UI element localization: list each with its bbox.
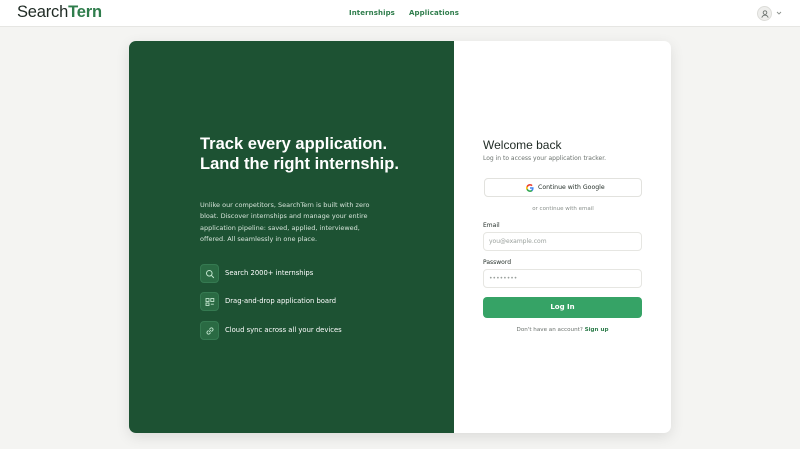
main-nav: Internships Applications xyxy=(0,9,800,21)
hero-description: Unlike our competitors, SearchTern is bu… xyxy=(200,201,370,244)
google-login-button[interactable]: Continue with Google xyxy=(484,178,642,197)
password-field[interactable] xyxy=(483,269,642,288)
hero-panel: Track every application. Land the right … xyxy=(129,41,454,433)
nav-link-applications[interactable]: Applications xyxy=(409,9,459,17)
search-icon xyxy=(200,264,219,283)
board-icon xyxy=(200,292,219,311)
hero-title: Track every application. Land the right … xyxy=(200,135,399,173)
signup-prompt-row: Don't have an account? Sign up xyxy=(483,327,642,333)
google-icon xyxy=(526,184,534,192)
feature-label: Search 2000+ internships xyxy=(225,269,314,277)
feature-item-search: Search 2000+ internships xyxy=(200,264,430,284)
link-icon xyxy=(200,321,219,340)
form-subtitle: Log in to access your application tracke… xyxy=(483,155,607,162)
user-menu[interactable] xyxy=(757,6,785,21)
feature-label: Cloud sync across all your devices xyxy=(225,326,342,334)
form-title: Welcome back xyxy=(483,138,562,152)
form-divider: or continue with email xyxy=(532,206,594,212)
google-login-label: Continue with Google xyxy=(538,184,605,191)
feature-item-sync: Cloud sync across all your devices xyxy=(200,321,430,341)
signup-prompt: Don't have an account? xyxy=(516,327,583,333)
login-form: Welcome back Log in to access your appli… xyxy=(454,41,671,433)
email-field[interactable] xyxy=(483,232,642,251)
email-label: Email xyxy=(483,222,500,229)
user-icon[interactable] xyxy=(757,6,772,21)
feature-label: Drag-and-drop application board xyxy=(225,297,337,305)
login-card: Track every application. Land the right … xyxy=(129,41,671,433)
feature-item-board: Drag-and-drop application board xyxy=(200,292,430,312)
nav-link-internships[interactable]: Internships xyxy=(349,9,395,17)
chevron-down-icon[interactable] xyxy=(776,10,782,16)
top-navigation-bar: SearchTern Internships Applications xyxy=(0,0,800,27)
password-label: Password xyxy=(483,259,512,266)
login-button[interactable]: Log In xyxy=(483,297,642,318)
signup-link[interactable]: Sign up xyxy=(585,327,609,333)
